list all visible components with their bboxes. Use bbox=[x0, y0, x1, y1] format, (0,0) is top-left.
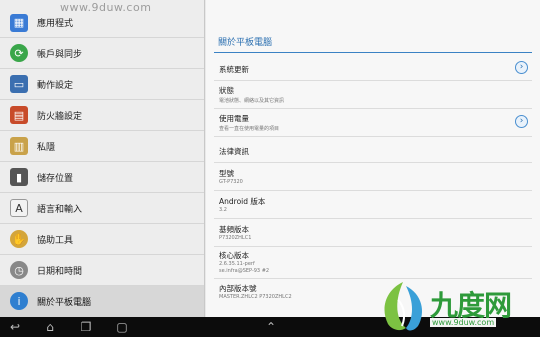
sidebar-item-firewall[interactable]: ▤ 防火牆設定 bbox=[0, 100, 204, 131]
home-icon[interactable]: ⌂ bbox=[40, 320, 60, 334]
row-subtitle: 查看一直在使用電量的項目 bbox=[219, 126, 280, 132]
sidebar-item-label: 動作設定 bbox=[37, 80, 74, 91]
row-title: 系統更新 bbox=[219, 65, 249, 74]
row-title: 核心版本 bbox=[219, 251, 249, 260]
privacy-icon: ▥ bbox=[10, 137, 28, 155]
motion-icon: ▭ bbox=[10, 75, 28, 93]
screenshot-icon[interactable]: ▢ bbox=[112, 320, 132, 334]
sidebar-item-date-time[interactable]: ◷ 日期和時間 bbox=[0, 255, 204, 286]
row-title: 型號 bbox=[219, 169, 234, 178]
sidebar-item-label: 防火牆設定 bbox=[37, 111, 83, 122]
sidebar-item-language[interactable]: A 語言和輸入 bbox=[0, 193, 204, 224]
row-title: 使用電量 bbox=[219, 114, 249, 123]
accessibility-icon: ✋ bbox=[10, 230, 28, 248]
row-android-version: Android 版本 3.2 bbox=[214, 191, 532, 219]
sidebar-item-accounts-sync[interactable]: ⟳ 帳戶與同步 bbox=[0, 38, 204, 69]
sidebar-item-label: 帳戶與同步 bbox=[37, 49, 83, 60]
page-title: 關於平板電腦 bbox=[218, 38, 273, 48]
row-battery-use[interactable]: 使用電量 查看一直在使用電量的項目 › bbox=[214, 109, 532, 137]
sidebar-item-accessibility[interactable]: ✋ 協助工具 bbox=[0, 224, 204, 255]
sidebar-item-label: 應用程式 bbox=[37, 19, 74, 29]
sidebar-item-label: 儲存位置 bbox=[37, 173, 74, 184]
row-value: GT-P7320 bbox=[219, 179, 243, 185]
row-baseband-version: 基頻版本 P7320ZHLC1 bbox=[214, 219, 532, 247]
row-title: Android 版本 bbox=[219, 197, 266, 206]
watermark-logo: 九度网 www.9duw.com bbox=[378, 280, 536, 335]
row-value-line2: se.infra@SEP-93 #2 bbox=[219, 268, 270, 274]
row-value: P7320ZHLC1 bbox=[219, 235, 252, 241]
sidebar-item-about[interactable]: i 關於平板電腦 bbox=[0, 286, 204, 317]
storage-icon: ▮ bbox=[10, 168, 28, 186]
row-value: MASTER.ZHLC2 P7320ZHLC2 bbox=[219, 294, 292, 300]
row-title: 法律資訊 bbox=[219, 147, 249, 156]
language-icon: A bbox=[10, 199, 28, 217]
settings-sidebar: ▦ 應用程式 ⟳ 帳戶與同步 ▭ 動作設定 ▤ 防火牆設定 ▥ 私隱 ▮ 儲存位… bbox=[0, 0, 205, 317]
sidebar-item-motion[interactable]: ▭ 動作設定 bbox=[0, 69, 204, 100]
sidebar-item-label: 關於平板電腦 bbox=[37, 297, 92, 308]
title-divider bbox=[214, 52, 532, 53]
row-title: 狀態 bbox=[219, 86, 234, 95]
leaf-logo-icon bbox=[384, 282, 422, 331]
about-panel: 關於平板電腦 系統更新 › 狀態 電池狀態、網絡以及其它資訊 使用電量 查看一直… bbox=[206, 0, 540, 317]
clock-icon: ◷ bbox=[10, 261, 28, 279]
tablet-screen: ▦ 應用程式 ⟳ 帳戶與同步 ▭ 動作設定 ▤ 防火牆設定 ▥ 私隱 ▮ 儲存位… bbox=[0, 0, 540, 337]
sidebar-item-label: 語言和輸入 bbox=[37, 204, 83, 215]
row-system-update[interactable]: 系統更新 › bbox=[214, 55, 532, 81]
back-icon[interactable]: ↩ bbox=[5, 320, 25, 334]
watermark-logo-url: www.9duw.com bbox=[430, 318, 497, 327]
row-title: 基頻版本 bbox=[219, 225, 249, 234]
row-status[interactable]: 狀態 電池狀態、網絡以及其它資訊 bbox=[214, 81, 532, 109]
row-value: 2.6.35.11-perf bbox=[219, 261, 255, 267]
recent-apps-icon[interactable]: ❐ bbox=[76, 320, 96, 334]
sidebar-item-privacy[interactable]: ▥ 私隱 bbox=[0, 131, 204, 162]
row-model: 型號 GT-P7320 bbox=[214, 163, 532, 191]
sidebar-item-label: 協助工具 bbox=[37, 235, 74, 246]
sidebar-item-storage[interactable]: ▮ 儲存位置 bbox=[0, 162, 204, 193]
chevron-right-icon[interactable]: › bbox=[515, 61, 528, 74]
row-value: 3.2 bbox=[219, 207, 227, 213]
sync-icon: ⟳ bbox=[10, 44, 28, 62]
sidebar-item-label: 日期和時間 bbox=[37, 266, 83, 277]
chevron-up-icon[interactable]: ⌃ bbox=[261, 320, 281, 334]
row-legal-info[interactable]: 法律資訊 bbox=[214, 137, 532, 163]
row-kernel-version: 核心版本 2.6.35.11-perf se.infra@SEP-93 #2 bbox=[214, 247, 532, 279]
firewall-icon: ▤ bbox=[10, 106, 28, 124]
row-title: 內部版本號 bbox=[219, 284, 257, 293]
chevron-right-icon[interactable]: › bbox=[515, 115, 528, 128]
sidebar-item-label: 私隱 bbox=[37, 142, 56, 153]
apps-icon: ▦ bbox=[10, 13, 28, 32]
row-subtitle: 電池狀態、網絡以及其它資訊 bbox=[219, 98, 285, 104]
info-icon: i bbox=[10, 292, 28, 310]
watermark-url: www.9duw.com bbox=[60, 1, 152, 14]
